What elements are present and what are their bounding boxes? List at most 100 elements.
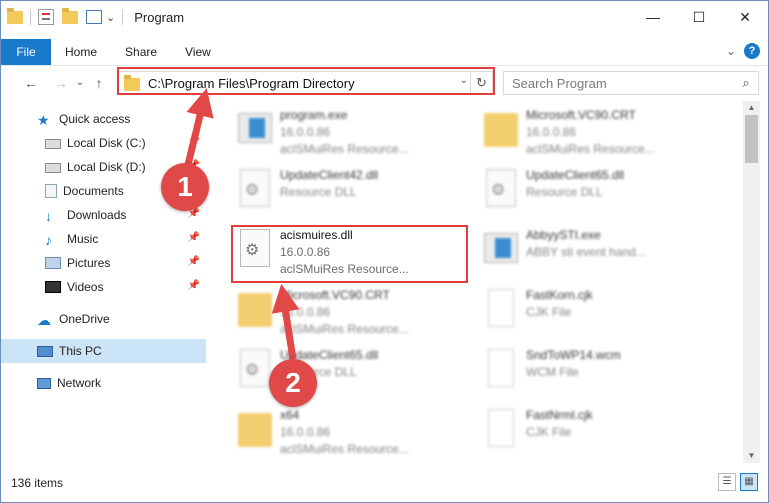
ribbon-tabs: File Home Share View ⌄ ? — [1, 39, 768, 65]
search-box[interactable]: Search Program ⌕ — [503, 71, 759, 95]
list-item[interactable]: Microsoft.VC90.CRT 16.0.0.86 aclSMuiRes … — [234, 287, 474, 337]
recent-locations-button[interactable]: ⌄ — [73, 71, 87, 95]
file-type: Resource DLL — [280, 185, 357, 199]
file-version: 16.0.0.86 — [526, 125, 577, 139]
title-bar: ⌄ Program — ☐ ✕ — [1, 1, 768, 33]
application-icon — [238, 113, 272, 143]
sidebar-item-this-pc[interactable]: This PC — [1, 339, 206, 363]
details-view-icon[interactable]: ☰ — [718, 473, 736, 491]
list-item[interactable]: AbbyySTI.exe ABBY sti event hand... — [480, 227, 720, 277]
list-item[interactable]: program.exe 16.0.0.86 aclSMuiRes Resourc… — [234, 107, 474, 157]
folder-icon — [238, 413, 272, 447]
navigation-pane: ★ Quick access Local Disk (C:) 📌 Local D… — [1, 101, 206, 463]
sidebar-item-label: OneDrive — [59, 312, 110, 326]
sidebar-item-label: Network — [57, 376, 102, 390]
download-icon: ↓ — [45, 208, 52, 224]
status-bar: 136 items ☰ ▦ — [1, 463, 768, 502]
folder-icon — [484, 113, 518, 147]
list-item[interactable]: FastNrml.cjk CJK File — [480, 407, 720, 457]
window-title: Program — [134, 9, 185, 25]
file-description: aclSMuiRes Resource... — [280, 322, 409, 336]
list-item[interactable]: UpdateClient65.dll Resource DLL — [480, 167, 720, 217]
toolbar-divider — [30, 9, 31, 25]
file-version: 16.0.0.86 — [280, 125, 331, 139]
tab-share[interactable]: Share — [111, 39, 171, 65]
view-toggle: ☰ ▦ — [718, 473, 758, 491]
sidebar-item-network[interactable]: Network — [1, 371, 206, 395]
sidebar-item-videos[interactable]: Videos 📌 — [1, 275, 206, 299]
sidebar-item-quick-access[interactable]: ★ Quick access — [1, 107, 206, 131]
videos-icon — [45, 281, 61, 293]
vertical-scrollbar[interactable]: ▲ ▼ — [743, 101, 760, 463]
file-description: aclSMuiRes Resource... — [526, 142, 655, 156]
network-icon — [37, 377, 51, 389]
back-button[interactable]: ← — [19, 71, 43, 95]
scrollbar-thumb[interactable] — [745, 115, 758, 163]
new-folder-icon[interactable] — [62, 7, 78, 24]
file-name: Microsoft.VC90.CRT — [280, 288, 390, 302]
explorer-window: ⌄ Program — ☐ ✕ File Home Share View ⌄ ?… — [0, 0, 769, 503]
search-icon[interactable]: ⌕ — [734, 75, 758, 91]
file-name: program.exe — [280, 108, 348, 122]
file-icon — [488, 349, 514, 387]
pictures-icon — [45, 257, 61, 269]
file-name: SndToWP14.wcm — [526, 348, 621, 362]
close-button[interactable]: ✕ — [722, 1, 768, 33]
window-controls: — ☐ ✕ — [630, 1, 768, 33]
help-icon[interactable]: ? — [744, 43, 760, 59]
sidebar-item-pictures[interactable]: Pictures 📌 — [1, 251, 206, 275]
star-icon: ★ — [37, 112, 50, 128]
sidebar-item-music[interactable]: ♪ Music 📌 — [1, 227, 206, 251]
sidebar-item-label: This PC — [59, 344, 102, 358]
item-count: 136 items — [11, 476, 64, 490]
file-type: CJK File — [526, 305, 572, 319]
up-button[interactable]: ↑ — [87, 71, 111, 95]
list-item[interactable]: UpdateClient42.dll Resource DLL — [234, 167, 474, 217]
list-item[interactable]: FastKorn.cjk CJK File — [480, 287, 720, 337]
step-1-callout: 1 — [161, 163, 209, 211]
minimize-button[interactable]: — — [630, 1, 676, 33]
sidebar-item-label: Local Disk (C:) — [67, 136, 146, 150]
file-icon — [488, 289, 514, 327]
file-name: FastKorn.cjk — [526, 288, 593, 302]
pin-icon: 📌 — [187, 232, 200, 243]
list-item[interactable]: x64 16.0.0.86 aclSMuiRes Resource... — [234, 407, 474, 457]
file-version: 16.0.0.86 — [280, 305, 331, 319]
file-type: WCM File — [526, 365, 579, 379]
drive-icon — [45, 139, 61, 149]
step-2-callout: 2 — [269, 359, 317, 407]
file-type: CJK File — [526, 425, 572, 439]
file-name: AbbyySTI.exe — [526, 228, 601, 242]
file-description: aclSMuiRes Resource... — [280, 442, 409, 456]
expand-ribbon-icon[interactable]: ⌄ — [726, 44, 736, 58]
search-input[interactable]: Search Program — [512, 76, 734, 91]
sidebar-item-label: Local Disk (D:) — [67, 160, 146, 174]
quick-access-toolbar: ⌄ — [1, 7, 126, 25]
ribbon-right: ⌄ ? — [726, 43, 760, 59]
properties-icon[interactable] — [38, 9, 54, 25]
scroll-down-icon[interactable]: ▼ — [743, 449, 760, 463]
tiles-view-icon[interactable]: ▦ — [740, 473, 758, 491]
pin-icon: 📌 — [187, 136, 200, 147]
tab-home[interactable]: Home — [51, 39, 111, 65]
list-item[interactable]: SndToWP14.wcm WCM File — [480, 347, 720, 397]
folder-icon — [238, 293, 272, 327]
chevron-down-icon[interactable]: ⌄ — [106, 11, 115, 24]
view-options-icon[interactable] — [86, 10, 102, 24]
file-description: ABBY sti event hand... — [526, 245, 646, 259]
maximize-button[interactable]: ☐ — [676, 1, 722, 33]
file-name: x64 — [280, 408, 300, 422]
tab-file[interactable]: File — [1, 39, 51, 65]
sidebar-item-label: Documents — [63, 184, 124, 198]
list-item[interactable]: Microsoft.VC90.CRT 16.0.0.86 aclSMuiRes … — [480, 107, 720, 157]
file-name: FastNrml.cjk — [526, 408, 593, 422]
music-icon: ♪ — [45, 232, 52, 248]
file-type: Resource DLL — [526, 185, 603, 199]
cloud-icon: ☁ — [37, 312, 51, 328]
sidebar-item-onedrive[interactable]: ☁ OneDrive — [1, 307, 206, 331]
tab-view[interactable]: View — [171, 39, 225, 65]
sidebar-item-label: Pictures — [67, 256, 111, 270]
scroll-up-icon[interactable]: ▲ — [743, 101, 760, 115]
sidebar-item-local-disk-c[interactable]: Local Disk (C:) 📌 — [1, 131, 206, 155]
forward-button[interactable]: → — [49, 71, 73, 95]
